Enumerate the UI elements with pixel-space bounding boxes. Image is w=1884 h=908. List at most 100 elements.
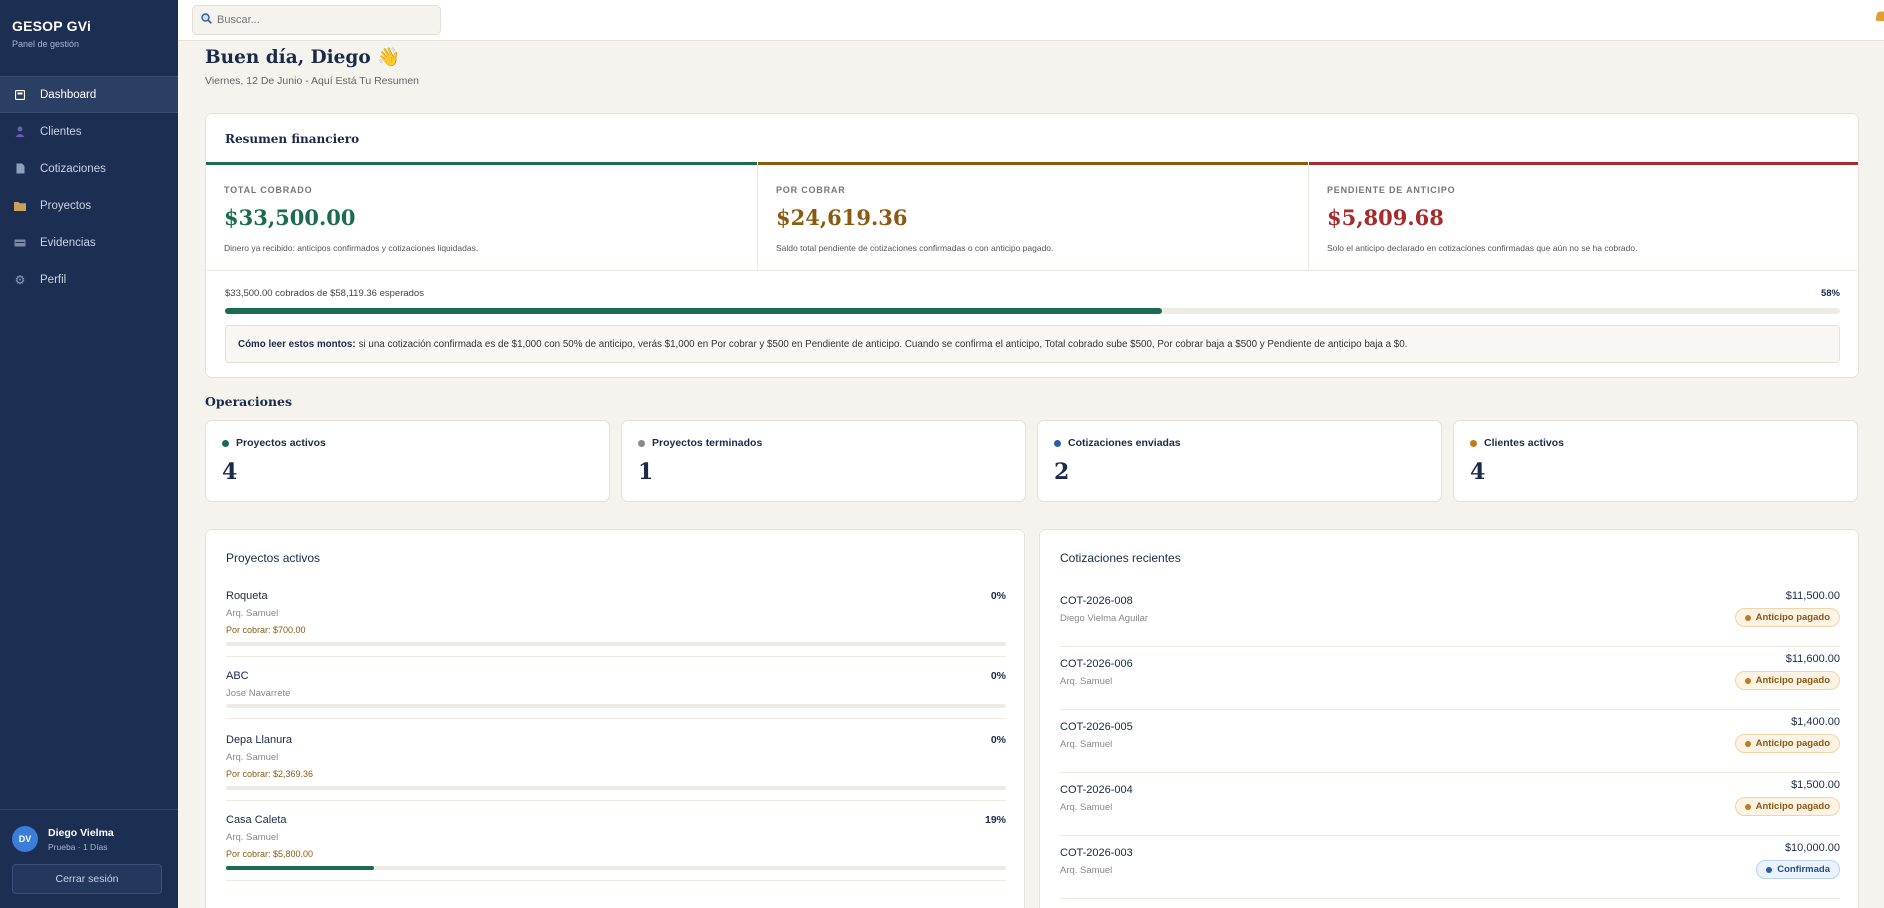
- quote-client: Arq. Samuel: [1060, 676, 1113, 687]
- op-label: Cotizaciones enviadas: [1068, 437, 1181, 449]
- sidebar-item-perfil[interactable]: ⚙ Perfil: [0, 261, 178, 298]
- quote-id: COT-2026-005: [1060, 721, 1133, 733]
- project-progress-fill: [226, 866, 375, 870]
- info-note-label: Cómo leer estos montos:: [238, 338, 356, 350]
- project-item[interactable]: ABC Jose Navarrete 0%: [226, 670, 1006, 719]
- divider: [226, 718, 1006, 719]
- op-value: 4: [1470, 459, 1486, 485]
- status-dot: [638, 439, 645, 447]
- sidebar-divider: [0, 809, 178, 810]
- status-dot: [1054, 439, 1061, 447]
- project-name: Roqueta: [226, 590, 268, 602]
- op-card-cotizaciones-enviadas[interactable]: Cotizaciones enviadas 2: [1037, 420, 1442, 502]
- quote-amount: $1,400.00: [1791, 716, 1840, 728]
- brand-title: GESOP GVi: [12, 18, 92, 34]
- quote-id: COT-2026-008: [1060, 595, 1133, 607]
- sidebar-item-dashboard[interactable]: Dashboard: [0, 76, 178, 113]
- sidebar-item-label: Cotizaciones: [40, 162, 106, 175]
- status-dot: [1744, 803, 1751, 810]
- financial-summary-card: Resumen financiero TOTAL COBRADO $33,500…: [205, 113, 1859, 378]
- status-dot: [1470, 439, 1477, 447]
- op-card-proyectos-terminados[interactable]: Proyectos terminados 1: [621, 420, 1026, 502]
- info-note-text: si una cotización confirmada es de $1,00…: [358, 338, 1408, 350]
- project-item[interactable]: Roqueta Arq. Samuel Por cobrar: $700.00 …: [226, 590, 1006, 657]
- project-percent: 19%: [984, 814, 1006, 826]
- project-item[interactable]: Casa Caleta Arq. Samuel Por cobrar: $5,8…: [226, 814, 1006, 881]
- status-dot: [1744, 740, 1751, 747]
- project-client: Arq. Samuel: [226, 752, 279, 763]
- info-note: Cómo leer estos montos: si una cotizació…: [225, 325, 1840, 363]
- quote-amount: $11,600.00: [1785, 653, 1840, 665]
- quote-item[interactable]: COT-2026-008 Diego Vielma Aguilar $11,50…: [1060, 590, 1840, 652]
- kpi-label: TOTAL COBRADO: [224, 185, 313, 195]
- project-name: Depa Llanura: [226, 734, 293, 746]
- search-box[interactable]: [192, 5, 441, 35]
- document-icon: [14, 163, 26, 175]
- dashboard-icon: [14, 89, 26, 101]
- quote-item[interactable]: COT-2026-006 Arq. Samuel $11,600.00 Anti…: [1060, 653, 1840, 715]
- status-badge: Anticipo pagado: [1734, 671, 1840, 690]
- project-client: Arq. Samuel: [226, 608, 279, 619]
- sidebar-item-label: Proyectos: [40, 199, 92, 212]
- quote-item[interactable]: COT-2026-003 Arq. Samuel $10,000.00 Conf…: [1060, 842, 1840, 904]
- project-progress-bar: [226, 866, 1006, 870]
- quote-id: COT-2026-004: [1060, 784, 1133, 796]
- status-badge: Confirmada: [1756, 860, 1840, 879]
- active-projects-card: Proyectos activos Roqueta Arq. Samuel Po…: [205, 529, 1025, 908]
- kpi-total-cobrado: TOTAL COBRADO $33,500.00 Dinero ya recib…: [206, 162, 757, 270]
- quote-amount: $11,500.00: [1785, 590, 1840, 602]
- op-card-proyectos-activos[interactable]: Proyectos activos 4: [205, 420, 610, 502]
- kpi-value: $5,809.68: [1327, 205, 1444, 230]
- project-name: ABC: [226, 670, 249, 682]
- op-value: 1: [638, 459, 654, 485]
- op-label: Clientes activos: [1484, 437, 1564, 449]
- op-label: Proyectos activos: [236, 437, 326, 449]
- op-value: 4: [222, 459, 238, 485]
- quote-client: Diego Vielma Aguilar: [1060, 613, 1149, 624]
- quote-item[interactable]: COT-2026-005 Arq. Samuel $1,400.00 Antic…: [1060, 716, 1840, 778]
- sidebar-item-label: Clientes: [40, 125, 82, 138]
- user-name: Diego Vielma: [48, 826, 114, 839]
- kpi-description: Solo el anticipo declarado en cotizacion…: [1327, 243, 1638, 253]
- quote-amount: $10,000.00: [1784, 842, 1840, 854]
- logout-button[interactable]: Cerrar sesión: [12, 864, 162, 894]
- op-card-clientes-activos[interactable]: Clientes activos 4: [1453, 420, 1858, 502]
- recent-quotes-card: Cotizaciones recientes COT-2026-008 Dieg…: [1039, 529, 1859, 908]
- project-progress-bar: [226, 786, 1006, 790]
- status-label: Anticipo pagado: [1755, 801, 1830, 812]
- status-dot: [1744, 677, 1751, 684]
- divider: [1060, 898, 1840, 899]
- recent-quotes-title: Cotizaciones recientes: [1060, 551, 1181, 565]
- user-role: Prueba · 1 Días: [48, 841, 108, 852]
- divider: [1060, 646, 1840, 647]
- quote-client: Arq. Samuel: [1060, 739, 1113, 750]
- page-title: Buen día, Diego 👋: [205, 47, 401, 68]
- bell-icon[interactable]: [1874, 10, 1884, 27]
- brand: GESOP GVi Panel de gestión: [12, 18, 91, 49]
- sidebar-nav: Dashboard Clientes Cotizaciones Proyecto…: [0, 76, 178, 298]
- divider: [226, 656, 1006, 657]
- sidebar-item-cotizaciones[interactable]: Cotizaciones: [0, 150, 178, 187]
- camera-icon: [14, 237, 26, 249]
- kpi-label: PENDIENTE DE ANTICIPO: [1327, 185, 1456, 195]
- progress-percent: 58%: [1820, 288, 1840, 299]
- status-label: Anticipo pagado: [1755, 675, 1830, 686]
- sidebar-item-proyectos[interactable]: Proyectos: [0, 187, 178, 224]
- divider: [1060, 835, 1840, 836]
- quote-client: Arq. Samuel: [1060, 865, 1113, 876]
- sidebar-item-clientes[interactable]: Clientes: [0, 113, 178, 150]
- sidebar-item-evidencias[interactable]: Evidencias: [0, 224, 178, 261]
- sidebar-item-label: Dashboard: [40, 88, 97, 101]
- project-item[interactable]: Depa Llanura Arq. Samuel Por cobrar: $2,…: [226, 734, 1006, 801]
- status-badge: Anticipo pagado: [1734, 734, 1840, 753]
- search-input[interactable]: [217, 14, 417, 26]
- collection-progress-bar: [225, 308, 1840, 314]
- quote-id: COT-2026-003: [1060, 847, 1133, 859]
- project-client: Arq. Samuel: [226, 832, 279, 843]
- project-name: Casa Caleta: [226, 814, 287, 826]
- brand-subtitle: Panel de gestión: [12, 39, 80, 49]
- quote-item[interactable]: COT-2026-004 Arq. Samuel $1,500.00 Antic…: [1060, 779, 1840, 841]
- kpi-label: POR COBRAR: [776, 185, 846, 195]
- kpi-por-cobrar: POR COBRAR $24,619.36 Saldo total pendie…: [758, 162, 1308, 270]
- project-progress-bar: [226, 642, 1006, 646]
